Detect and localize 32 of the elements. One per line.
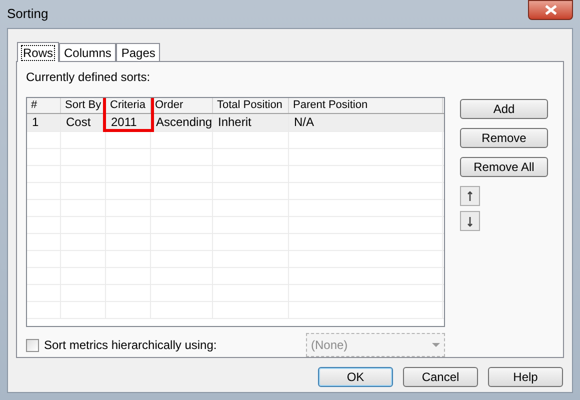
close-icon bbox=[544, 5, 556, 15]
column-header[interactable]: # bbox=[27, 98, 61, 113]
table-cell: 1 bbox=[27, 114, 61, 131]
column-header[interactable]: Total Position bbox=[213, 98, 289, 113]
move-down-button[interactable] bbox=[460, 211, 480, 231]
table-cell: Ascending bbox=[151, 114, 213, 131]
table-row[interactable]: 1 Cost 2011 Ascending Inherit N/A bbox=[27, 114, 444, 132]
table-cell: N/A bbox=[289, 114, 443, 131]
dropdown-caret-icon bbox=[432, 343, 440, 347]
move-up-button[interactable] bbox=[460, 186, 480, 206]
column-header[interactable]: Criteria bbox=[106, 98, 151, 113]
window-title: Sorting bbox=[7, 5, 48, 24]
table-cell: Inherit bbox=[213, 114, 289, 131]
column-header[interactable]: Parent Position bbox=[289, 98, 443, 113]
section-label: Currently defined sorts: bbox=[26, 69, 152, 86]
dialog-button[interactable]: Cancel bbox=[403, 367, 478, 387]
dialog-button[interactable]: Add bbox=[460, 99, 548, 119]
column-header[interactable]: Sort By bbox=[61, 98, 106, 113]
tab[interactable]: Rows bbox=[17, 42, 60, 62]
column-header[interactable]: Order bbox=[151, 98, 213, 113]
arrow-down-icon bbox=[467, 216, 473, 226]
arrow-up-icon bbox=[467, 190, 473, 202]
dialog-button[interactable]: Remove bbox=[460, 128, 548, 148]
table-cell: Cost bbox=[61, 114, 106, 131]
checkbox-label: Sort metrics hierarchically using: bbox=[44, 337, 217, 354]
table-cell: 2011 bbox=[106, 114, 151, 131]
dialog-button[interactable]: Remove All bbox=[460, 157, 548, 177]
dialog-button[interactable]: Help bbox=[488, 367, 563, 387]
default-button[interactable]: OK bbox=[318, 367, 393, 387]
close-button[interactable] bbox=[528, 0, 573, 20]
tab[interactable]: Pages bbox=[116, 43, 160, 61]
tab[interactable]: Columns bbox=[59, 43, 116, 61]
